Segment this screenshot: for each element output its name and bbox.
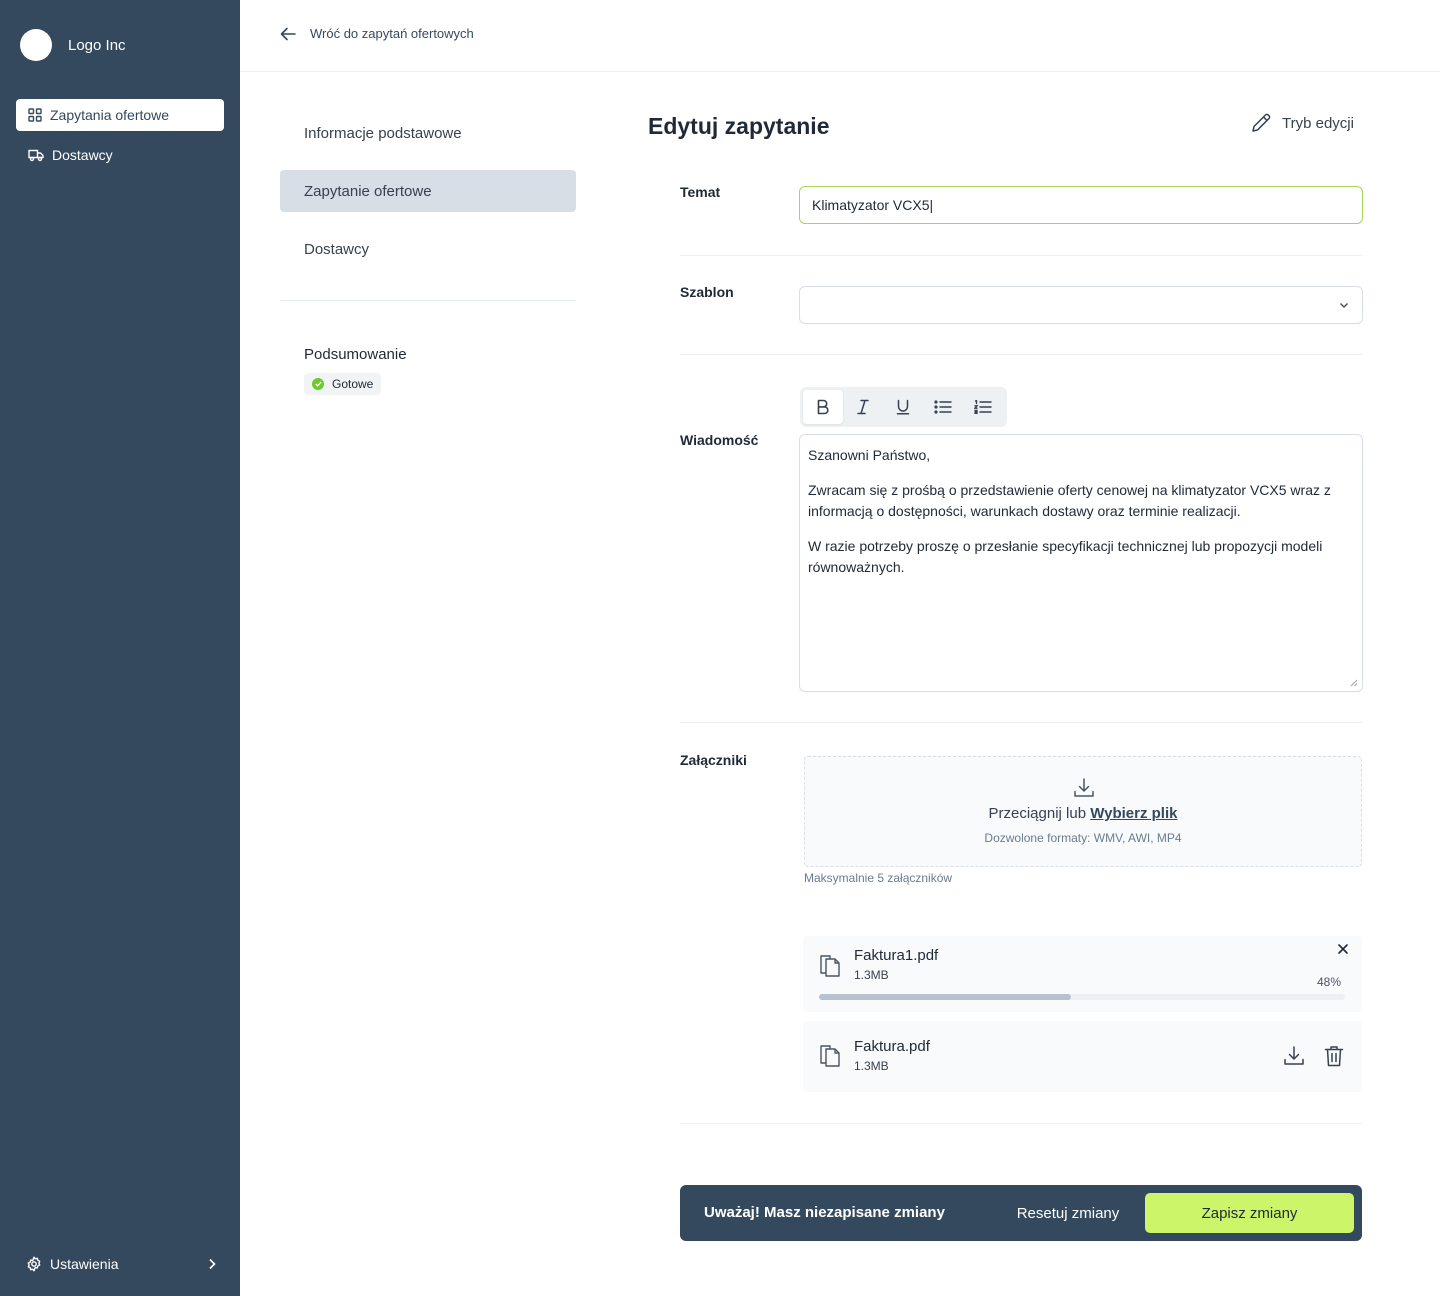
steps-divider	[280, 300, 576, 301]
resize-grip-icon[interactable]	[1350, 679, 1358, 687]
back-link-label: Wróć do zapytań ofertowych	[310, 26, 474, 41]
reset-changes-button[interactable]: Resetuj zmiany	[1000, 1193, 1136, 1233]
sidebar-item-dostawcy[interactable]: Dostawcy	[16, 139, 224, 171]
numbered-list-icon	[974, 400, 992, 414]
subject-input[interactable]	[799, 186, 1363, 224]
file-size: 1.3MB	[854, 968, 889, 982]
file-copy-icon	[820, 955, 840, 977]
step-label: Dostawcy	[304, 240, 370, 258]
sidebar-item-label: Zapytania ofertowe	[50, 107, 170, 123]
download-icon[interactable]	[1283, 1045, 1305, 1067]
message-paragraph: W razie potrzeby proszę o przesłanie spe…	[808, 538, 1323, 575]
template-select[interactable]	[799, 286, 1363, 324]
dropzone-label: Przeciągnij lub	[988, 805, 1087, 822]
summary-title[interactable]: Podsumowanie	[304, 346, 407, 363]
choose-file-link[interactable]: Wybierz plik	[1090, 805, 1177, 822]
upload-progress	[819, 994, 1345, 1000]
upload-icon	[1074, 778, 1094, 797]
edit-mode-label: Tryb edycji	[1282, 114, 1354, 132]
sidebar-item-label: Dostawcy	[52, 147, 113, 163]
unsaved-warning: Uważaj! Masz niezapisane zmiany	[704, 1204, 945, 1221]
divider	[680, 722, 1362, 723]
step-dostawcy[interactable]: Dostawcy	[280, 228, 576, 270]
sidebar-item-zapytania-ofertowe[interactable]: Zapytania ofertowe	[16, 99, 224, 131]
arrow-left-icon	[280, 27, 296, 40]
message-textarea[interactable]: Szanowni Państwo, Zwracam się z prośbą o…	[799, 434, 1363, 692]
upload-percent: 48%	[1316, 975, 1341, 989]
grid-icon	[28, 108, 42, 122]
underline-icon	[896, 399, 910, 415]
file-dropzone[interactable]: Przeciągnij lub Wybierz plik Dozwolone f…	[804, 756, 1362, 867]
file-name: Faktura1.pdf	[854, 947, 939, 964]
page-title: Edytuj zapytanie	[648, 113, 830, 139]
bullet-list-button[interactable]	[923, 390, 963, 424]
file-item: Faktura.pdf 1.3MB	[803, 1021, 1362, 1092]
file-name: Faktura.pdf	[854, 1038, 930, 1055]
close-icon[interactable]	[1336, 942, 1350, 956]
attachments-label: Załączniki	[680, 752, 747, 768]
truck-icon	[28, 149, 44, 162]
step-informacje-podstawowe[interactable]: Informacje podstawowe	[280, 112, 576, 154]
trash-icon[interactable]	[1324, 1045, 1344, 1067]
status-badge: Gotowe	[304, 373, 382, 395]
settings-link[interactable]: Ustawienia	[26, 1252, 216, 1276]
max-attachments-note: Maksymalnie 5 załączników	[804, 871, 953, 885]
pencil-icon	[1252, 113, 1271, 132]
rich-text-toolbar	[800, 387, 1007, 427]
step-label: Informacje podstawowe	[304, 124, 462, 142]
bullet-list-icon	[934, 400, 952, 414]
italic-button[interactable]	[843, 390, 883, 424]
unsaved-changes-bar: Uważaj! Masz niezapisane zmiany Resetuj …	[680, 1185, 1362, 1241]
underline-button[interactable]	[883, 390, 923, 424]
chevron-right-icon	[209, 1258, 216, 1270]
logo-text: Logo Inc	[68, 36, 126, 54]
bold-button[interactable]	[803, 390, 843, 424]
file-item-uploading: Faktura1.pdf 1.3MB 48%	[803, 936, 1362, 1012]
divider	[680, 354, 1362, 355]
gear-icon	[27, 1256, 41, 1272]
message-paragraph: Szanowni Państwo,	[808, 447, 931, 463]
dropzone-text: Przeciągnij lub Wybierz plik	[805, 805, 1361, 822]
divider	[680, 255, 1362, 256]
numbered-list-button[interactable]	[963, 390, 1003, 424]
italic-icon	[857, 399, 869, 415]
top-bar: Wróć do zapytań ofertowych	[240, 0, 1440, 72]
file-copy-icon	[820, 1045, 840, 1067]
step-zapytanie-ofertowe[interactable]: Zapytanie ofertowe	[280, 170, 576, 212]
upload-progress-fill	[819, 994, 1072, 1000]
step-label: Zapytanie ofertowe	[304, 182, 432, 200]
save-changes-button[interactable]: Zapisz zmiany	[1145, 1193, 1354, 1233]
back-link[interactable]: Wróć do zapytań ofertowych	[280, 26, 474, 41]
sidebar: Logo Inc Zapytania ofertowe Dostawcy Ust…	[0, 0, 240, 1296]
file-size: 1.3MB	[854, 1059, 889, 1073]
edit-mode-button[interactable]: Tryb edycji	[1250, 112, 1354, 134]
allowed-formats: Dozwolone formaty: WMV, AWI, MP4	[984, 831, 1182, 845]
chevron-down-icon	[1339, 302, 1349, 309]
check-circle-icon	[312, 378, 324, 390]
logo[interactable]: Logo Inc	[20, 29, 126, 61]
subject-label: Temat	[680, 184, 721, 200]
status-badge-label: Gotowe	[332, 377, 374, 391]
message-paragraph: Zwracam się z prośbą o przedstawienie of…	[808, 482, 1331, 519]
divider	[680, 1123, 1362, 1124]
bold-icon	[817, 399, 829, 415]
template-label: Szablon	[680, 284, 734, 300]
logo-mark	[20, 29, 52, 61]
message-label: Wiadomość	[680, 432, 759, 448]
settings-label: Ustawienia	[50, 1256, 119, 1272]
